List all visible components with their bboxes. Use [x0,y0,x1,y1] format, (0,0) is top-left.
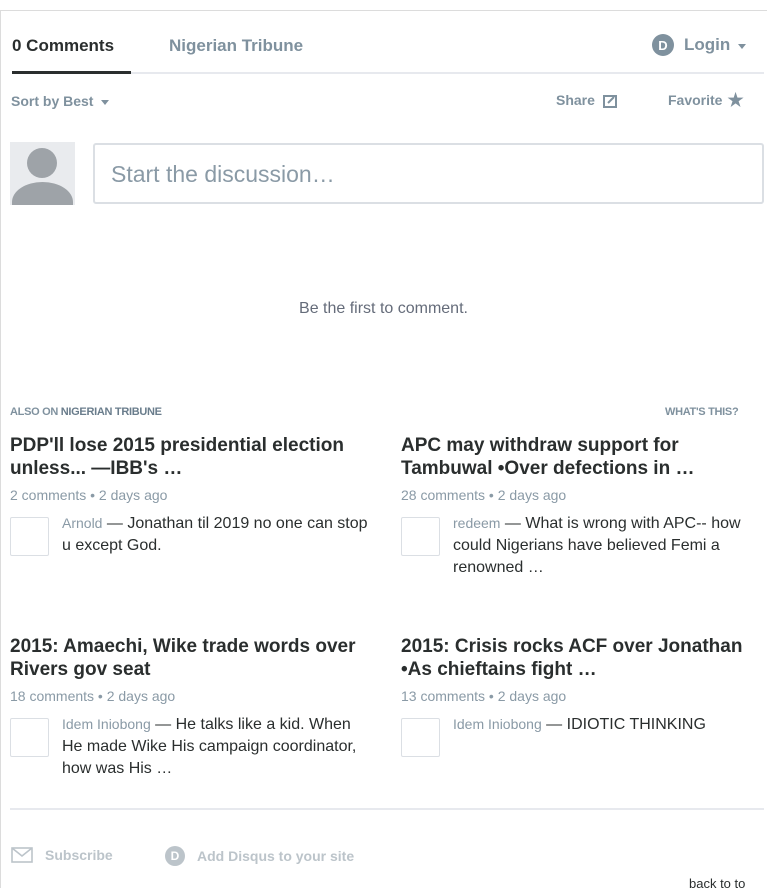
disqus-logo-icon: D [165,846,185,866]
commenter-avatar [10,718,49,757]
login-button[interactable]: D Login [652,34,747,56]
related-card-title[interactable]: 2015: Crisis rocks ACF over Jonathan •As… [401,635,763,681]
tab-comments[interactable]: 0 Comments [12,36,114,56]
subscribe-label: Subscribe [45,847,113,863]
related-card-meta: 18 comments • 2 days ago [10,688,176,704]
sort-dropdown[interactable]: Sort by Best [11,93,110,109]
comment-author: Idem Iniobong [453,716,542,732]
comment-author: Arnold [62,515,103,531]
footer-divider [10,808,764,810]
comment-author: Idem Iniobong [62,716,151,732]
related-card-meta: 2 comments • 2 days ago [10,487,168,503]
comment-input[interactable]: Start the discussion… [93,143,764,204]
back-to-top-link[interactable]: back to to [689,876,745,888]
also-on-heading: ALSO ON NIGERIAN TRIBUNE [10,406,162,418]
star-icon: ★ [727,90,744,110]
related-card[interactable]: 2015: Crisis rocks ACF over Jonathan •As… [401,635,763,757]
related-card[interactable]: PDP'll lose 2015 presidential election u… [10,434,372,557]
add-disqus-label: Add Disqus to your site [197,848,355,864]
commenter-avatar [401,718,440,757]
subscribe-button[interactable]: Subscribe [11,847,113,863]
share-label: Share [556,92,595,108]
whats-this-link[interactable]: WHAT'S THIS? [665,406,739,418]
commenter-avatar [401,517,440,556]
avatar [10,142,75,205]
related-card-meta: 28 comments • 2 days ago [401,487,567,503]
empty-state-message: Be the first to comment. [299,300,468,317]
also-on-forum[interactable]: NIGERIAN TRIBUNE [61,406,162,418]
comment-text: — Jonathan til 2019 no one can stop u ex… [62,515,368,554]
related-card-meta: 13 comments • 2 days ago [401,688,567,704]
add-disqus-link[interactable]: D Add Disqus to your site [165,846,354,866]
related-card-comment[interactable]: Idem Iniobong — IDIOTIC THINKING [401,713,763,757]
related-card[interactable]: APC may withdraw support for Tambuwal •O… [401,434,763,579]
comment-text: — IDIOTIC THINKING [541,716,706,733]
tab-forum[interactable]: Nigerian Tribune [169,36,303,56]
nav-divider [131,72,764,74]
share-button[interactable]: Share [556,92,619,108]
related-card[interactable]: 2015: Amaechi, Wike trade words over Riv… [10,635,372,780]
share-icon [602,94,617,108]
avatar-head [27,148,57,178]
login-label: Login [684,35,731,54]
related-card-title[interactable]: APC may withdraw support for Tambuwal •O… [401,434,763,480]
active-tab-indicator [12,71,131,74]
favorite-button[interactable]: Favorite ★ [668,90,744,110]
envelope-icon [11,847,33,863]
comment-author: redeem [453,515,501,531]
favorite-label: Favorite [668,92,723,108]
chevron-down-icon [738,43,747,49]
sort-label: Sort by Best [11,93,94,109]
commenter-avatar [10,517,49,556]
chevron-down-icon [101,99,110,105]
related-card-comment[interactable]: Idem Iniobong — He talks like a kid. Whe… [10,713,372,780]
avatar-body [12,182,73,205]
related-card-title[interactable]: PDP'll lose 2015 presidential election u… [10,434,372,480]
disqus-logo-icon: D [652,34,674,56]
related-card-comment[interactable]: Arnold — Jonathan til 2019 no one can st… [10,512,372,557]
related-card-title[interactable]: 2015: Amaechi, Wike trade words over Riv… [10,635,372,681]
related-card-comment[interactable]: redeem — What is wrong with APC-- how co… [401,512,763,579]
also-on-prefix: ALSO ON [10,406,59,418]
